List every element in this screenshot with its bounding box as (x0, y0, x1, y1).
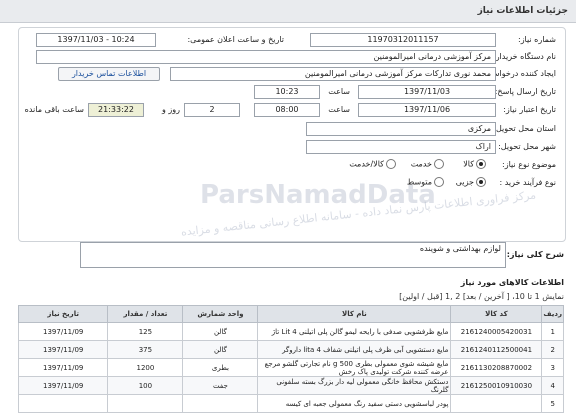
row-index: 1 (541, 322, 564, 341)
col-index: ردیف (541, 305, 564, 323)
row-code: 2161250010910030 (450, 376, 543, 395)
province-field: مرکزی (306, 122, 496, 136)
row-qty: 375 (107, 340, 184, 359)
row-date: 1397/11/09 (17, 376, 109, 395)
row-code: 2161240112500041 (450, 340, 543, 359)
goods-table: ردیف کد کالا نام کالا واحد شمارش تعداد /… (17, 305, 564, 413)
row-qty (107, 394, 184, 413)
row-qty: 1200 (107, 358, 184, 377)
row-unit: گالن (182, 322, 259, 341)
col-date: تاریخ نیاز (17, 305, 109, 323)
send-date-field: 1397/11/03 (358, 85, 496, 99)
row-code (450, 394, 543, 413)
radio-selected-icon (476, 177, 486, 187)
table-row[interactable]: 4 2161250010910030 دستکش محافظ خانگی معم… (17, 376, 564, 395)
send-date-label: تاریخ ارسال پاسخ: (494, 87, 556, 96)
buyer-label: نام دستگاه خریدار: (493, 52, 556, 61)
row-unit: بطری (182, 358, 259, 377)
row-index: 3 (541, 358, 564, 377)
page-title: جزئیات اطلاعات نیاز (477, 6, 568, 16)
radio-icon (386, 159, 396, 169)
col-unit: واحد شمارش (182, 305, 259, 323)
category-goods-radio[interactable]: کالا (463, 159, 486, 169)
row-unit: گالن (182, 340, 259, 359)
radio-selected-icon (476, 159, 486, 169)
remaining-time-field: 21:33:22 (88, 103, 144, 117)
row-date (17, 394, 109, 413)
category-both-radio[interactable]: کالا/خدمت (349, 159, 396, 169)
table-row[interactable]: 1 2161240005420031 مایع ظرفشویی صدفی با … (17, 322, 564, 341)
description-field: لوازم بهداشتی و شوینده (80, 242, 506, 268)
process-label: نوع فرآیند خرید : (499, 178, 556, 187)
need-number-field: 1197031201115‌7 (310, 33, 496, 47)
row-date: 1397/11/09 (17, 340, 109, 359)
row-date: 1397/11/09 (17, 322, 109, 341)
send-time-word: ساعت (328, 87, 350, 96)
announce-field: 1397/11/03 - 10:24 (36, 33, 156, 47)
row-code: 2161130208870002 (450, 358, 543, 377)
row-name: مایع ظرفشویی صدفی با رایحه لیمو گالن پلی… (257, 322, 452, 341)
row-qty: 125 (107, 322, 184, 341)
description-label: شرح کلی نیاز: (506, 250, 564, 259)
buyer-field: مرکز آموزشی درمانی امیرالمومنین (36, 50, 496, 64)
category-service-radio[interactable]: خدمت (411, 159, 444, 169)
pagination[interactable]: نمایش 1 تا 10، [ آخرین / بعد] 2 ,1 [قبل … (399, 292, 564, 301)
goods-table-header: ردیف کد کالا نام کالا واحد شمارش تعداد /… (17, 305, 564, 323)
col-name: نام کالا (257, 305, 452, 323)
radio-icon (434, 159, 444, 169)
col-qty: تعداد / مقدار (107, 305, 184, 323)
city-label: شهر محل تحویل: (498, 142, 556, 151)
creator-field: محمد نوری تدارکات مرکز آموزشی درمانی امی… (170, 67, 496, 81)
row-unit: جفت (182, 376, 259, 395)
row-name: مایع دستشویی آبی ظرف پلی اتیلنی شفاف 4 l… (257, 340, 452, 359)
need-number-label: شماره نیاز: (518, 35, 556, 44)
row-name: پودر لباسشویی دستی سفید رنگ معمولی جعبه … (257, 394, 452, 413)
col-code: کد کالا (450, 305, 543, 323)
province-label: استان محل تحویل: (493, 124, 556, 133)
row-index: 4 (541, 376, 564, 395)
row-code: 2161240005420031 (450, 322, 543, 341)
goods-section-title: اطلاعات کالاهای مورد نیاز (460, 278, 564, 287)
buyer-contact-button[interactable]: اطلاعات تماس خریدار (58, 67, 160, 81)
validity-date-field: 1397/11/06 (358, 103, 496, 117)
category-label: موضوع نوع نیاز: (502, 160, 556, 169)
process-partial-radio[interactable]: جزیی (456, 177, 486, 187)
table-row[interactable]: 5 پودر لباسشویی دستی سفید رنگ معمولی جعب… (17, 394, 564, 413)
remaining-days-field: 2 (184, 103, 240, 117)
days-word: روز و (162, 105, 180, 114)
row-name: دستکش محافظ خانگی معمولی لیه دار بزرگ بس… (257, 376, 452, 395)
row-name: مایع شیشه شوی معمولی بطری 500 g نام تجار… (257, 358, 452, 377)
validity-time-field: 08:00 (254, 103, 320, 117)
announce-label: تاریخ و ساعت اعلان عمومی: (187, 35, 284, 44)
remaining-label: ساعت باقی مانده (24, 105, 84, 114)
validity-label: تاریخ اعتبار نیاز: (503, 105, 556, 114)
row-unit (182, 394, 259, 413)
row-index: 2 (541, 340, 564, 359)
table-row[interactable]: 3 2161130208870002 مایع شیشه شوی معمولی … (17, 358, 564, 377)
row-qty: 100 (107, 376, 184, 395)
table-row[interactable]: 2 2161240112500041 مایع دستشویی آبی ظرف … (17, 340, 564, 359)
city-field: اراک (306, 140, 496, 154)
row-date: 1397/11/09 (17, 358, 109, 377)
validity-time-word: ساعت (328, 105, 350, 114)
send-time-field: 10:23 (254, 85, 320, 99)
row-index: 5 (541, 394, 564, 413)
page-header: جزئیات اطلاعات نیاز (0, 0, 576, 23)
